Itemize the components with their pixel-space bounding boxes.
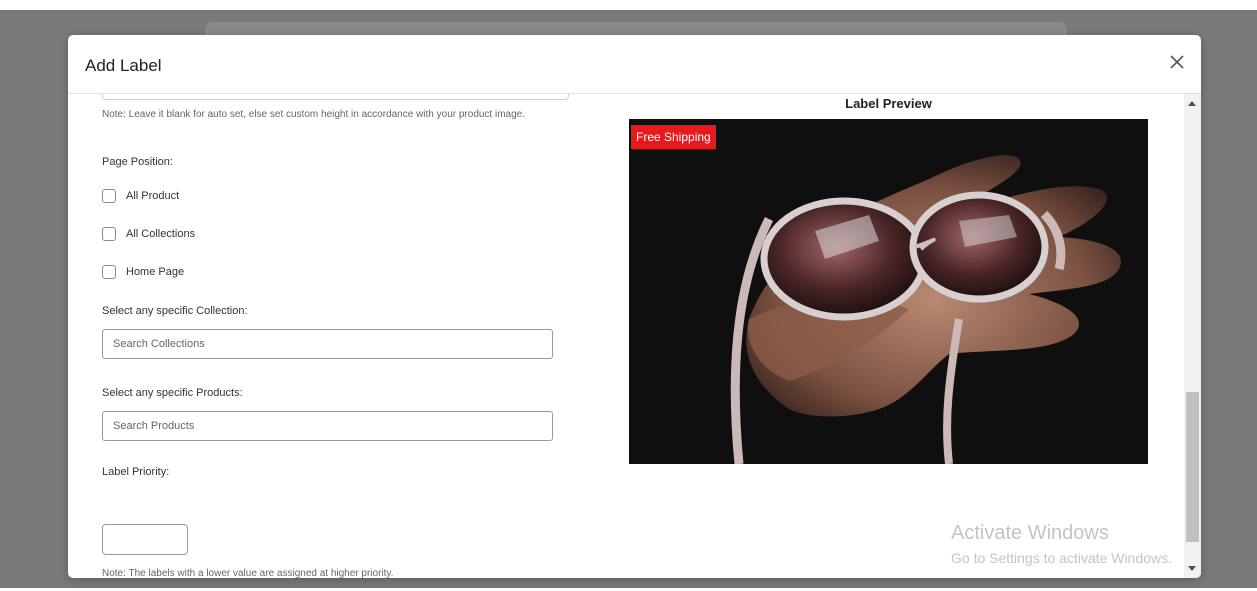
checkbox-label: All Collections bbox=[126, 228, 196, 240]
checkbox-all-product[interactable]: All Product bbox=[102, 188, 179, 204]
activate-windows-watermark-subtitle: Go to Settings to activate Windows. bbox=[951, 550, 1172, 566]
search-products-input[interactable] bbox=[102, 411, 553, 441]
modal-scrollbar[interactable] bbox=[1184, 94, 1201, 578]
label-preview-image: Free Shipping bbox=[629, 119, 1148, 464]
add-label-modal: Add Label Note: Leave it blank for auto … bbox=[68, 35, 1201, 578]
modal-header: Add Label bbox=[68, 35, 1201, 94]
modal-body: Note: Leave it blank for auto set, else … bbox=[68, 94, 1184, 578]
modal-title: Add Label bbox=[85, 56, 162, 75]
checkbox-all-collections[interactable]: All Collections bbox=[102, 226, 195, 242]
page-position-label: Page Position: bbox=[102, 156, 173, 168]
height-note: Note: Leave it blank for auto set, else … bbox=[102, 109, 526, 120]
checkbox-label: Home Page bbox=[126, 266, 185, 278]
checkbox-box[interactable] bbox=[102, 265, 116, 279]
free-shipping-badge: Free Shipping bbox=[631, 125, 716, 149]
activate-windows-watermark-title: Activate Windows bbox=[951, 522, 1109, 544]
checkbox-label: All Product bbox=[126, 190, 180, 202]
priority-label: Label Priority: bbox=[102, 466, 170, 478]
collection-label: Select any specific Collection: bbox=[102, 305, 248, 317]
page-background-strip bbox=[0, 0, 1257, 10]
close-icon bbox=[1170, 55, 1184, 69]
checkbox-box[interactable] bbox=[102, 227, 116, 241]
checkbox-home-page[interactable]: Home Page bbox=[102, 264, 184, 280]
height-input[interactable] bbox=[102, 94, 569, 100]
priority-input[interactable] bbox=[102, 524, 188, 555]
products-label: Select any specific Products: bbox=[102, 387, 243, 399]
close-button[interactable] bbox=[1167, 52, 1187, 72]
scroll-up-arrow-icon[interactable] bbox=[1188, 101, 1196, 106]
search-collections-input[interactable] bbox=[102, 329, 553, 359]
priority-note: Note: The labels with a lower value are … bbox=[102, 568, 394, 578]
scrollbar-thumb[interactable] bbox=[1186, 392, 1199, 542]
checkbox-box[interactable] bbox=[102, 189, 116, 203]
scroll-down-arrow-icon[interactable] bbox=[1188, 566, 1196, 571]
preview-title: Label Preview bbox=[845, 96, 932, 111]
sunglasses-hand-image bbox=[629, 119, 1148, 464]
